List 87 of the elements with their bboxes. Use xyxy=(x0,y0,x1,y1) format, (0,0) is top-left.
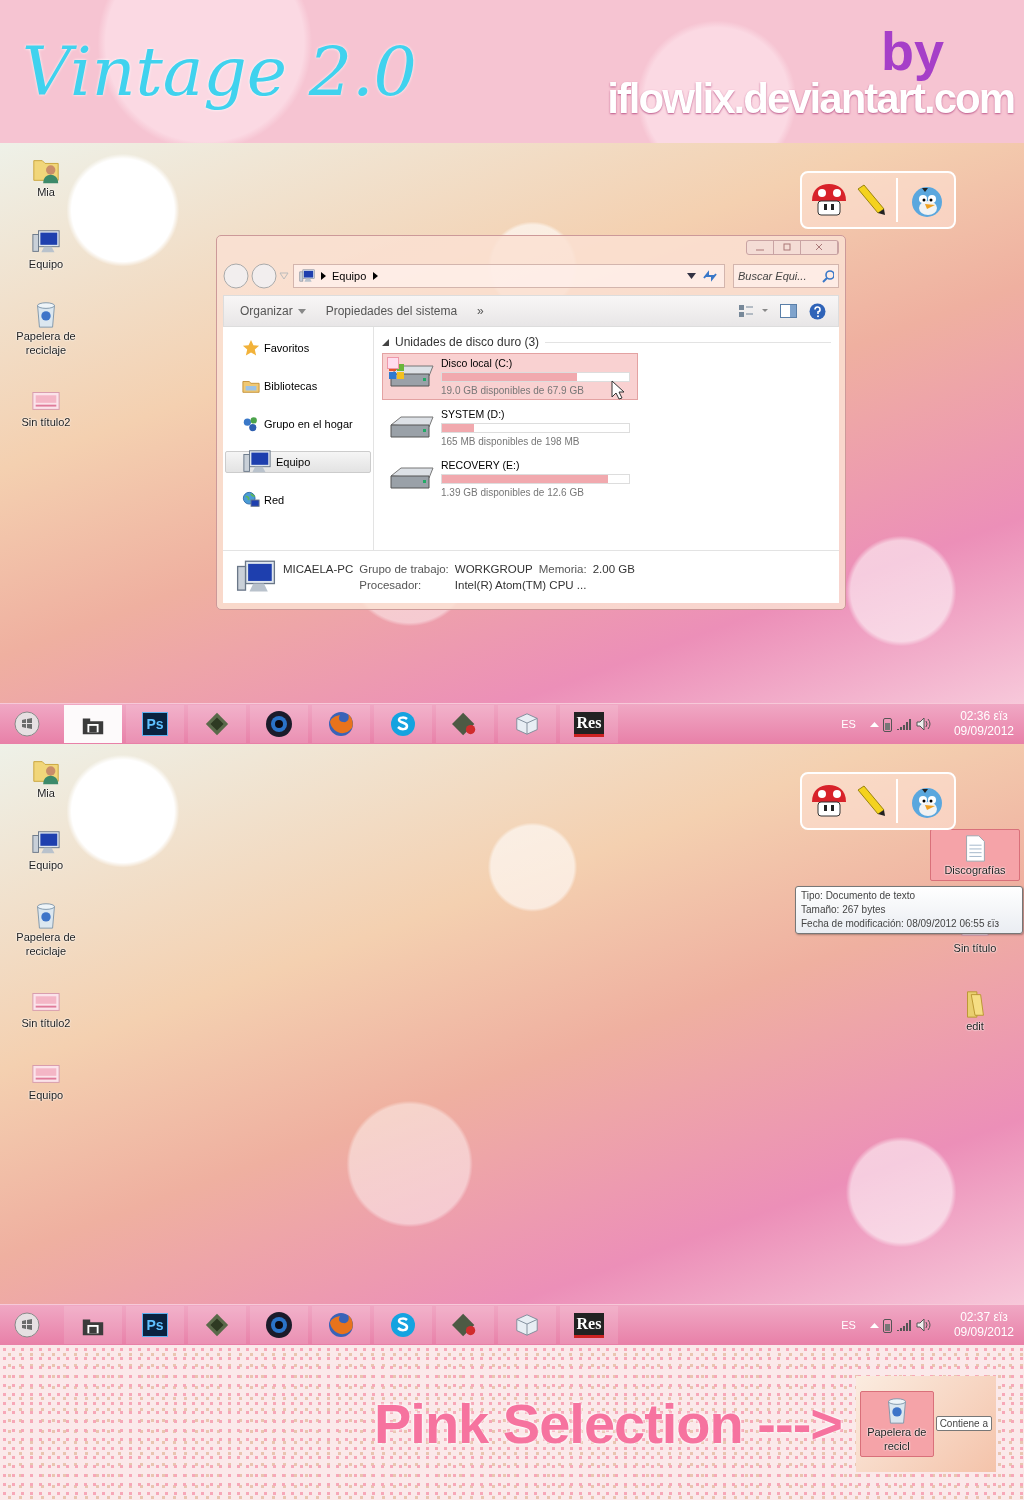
volume-icon[interactable] xyxy=(915,1318,932,1332)
volume-icon[interactable] xyxy=(915,717,932,731)
drive-item[interactable]: Disco local (C:) 19.0 GB disponibles de 67.9 GB xyxy=(382,353,638,400)
taskbar-button[interactable] xyxy=(64,1306,122,1344)
breadcrumb-arrow-icon[interactable] xyxy=(372,272,379,280)
detail-label: Grupo de trabajo: xyxy=(359,563,449,575)
drive-item[interactable]: SYSTEM (D:) 165 MB disponibles de 198 MB xyxy=(382,404,638,451)
globe-icon xyxy=(327,1311,355,1339)
detail-value: 2.00 GB xyxy=(592,563,635,575)
preview-pane-icon[interactable] xyxy=(780,304,797,318)
desktop-icon[interactable]: Papelera de reciclaje xyxy=(6,295,86,361)
back-button[interactable] xyxy=(223,263,249,289)
address-bar[interactable]: Equipo xyxy=(293,264,725,288)
banner-title: Vintage 2.0 xyxy=(22,32,417,111)
battery-icon[interactable] xyxy=(882,1317,892,1333)
start-button[interactable] xyxy=(14,1312,40,1338)
checkbox[interactable] xyxy=(387,357,399,369)
forward-button[interactable] xyxy=(251,263,277,289)
chip-icon xyxy=(204,1312,230,1338)
view-options-icon[interactable] xyxy=(738,304,768,318)
globe-icon xyxy=(327,710,355,738)
drive-item[interactable]: RECOVERY (E:) 1.39 GB disponibles de 12.6 GB xyxy=(382,455,638,502)
taskbar-button[interactable]: Ps xyxy=(126,1306,184,1344)
chip-icon xyxy=(204,711,230,737)
cube-icon xyxy=(514,711,540,737)
taskbar-button[interactable]: Res xyxy=(560,705,618,743)
dropdown-arrow-icon[interactable] xyxy=(687,273,696,279)
lens-icon xyxy=(265,710,293,738)
desktop-icon[interactable]: Equipo xyxy=(6,824,86,876)
detail-value: WORKGROUP xyxy=(454,563,533,575)
navigation-item[interactable]: Equipo xyxy=(225,451,371,473)
navigation-item[interactable]: Grupo en el hogar xyxy=(225,413,371,435)
navigation-item[interactable]: Favoritos xyxy=(225,337,371,359)
show-hidden-icons-arrow[interactable] xyxy=(869,721,879,727)
desktop-icon[interactable]: Equipo xyxy=(6,223,86,275)
detail-value: Intel(R) Atom(TM) CPU ... xyxy=(454,579,588,591)
computer-icon xyxy=(298,267,316,285)
globe-icon xyxy=(242,491,260,509)
cube-icon xyxy=(514,1312,540,1338)
speech-icon xyxy=(389,710,417,738)
desktop-icon[interactable]: Mia xyxy=(6,151,86,203)
signal-icon[interactable] xyxy=(895,1319,912,1331)
lens-icon xyxy=(265,1311,293,1339)
search-input[interactable]: Buscar Equi... xyxy=(734,270,822,282)
people-icon xyxy=(242,415,260,433)
taskbar-button[interactable] xyxy=(188,1306,246,1344)
desktop-icon[interactable]: Discografías xyxy=(930,829,1020,881)
detail-label: Procesador: xyxy=(359,579,423,591)
search-field[interactable]: Buscar Equi... xyxy=(733,264,839,288)
mushroom-icon[interactable] xyxy=(810,183,848,217)
tooltip: Contiene a xyxy=(935,1416,992,1431)
caption-text: Pink Selection ---> xyxy=(374,1391,842,1456)
taskbar-button[interactable] xyxy=(250,1306,308,1344)
search-icon[interactable] xyxy=(822,269,834,283)
tooltip: Tipo: Documento de texto Tamaño: 267 bytes Fecha de modificación: 08/09/2012 06:55 εїз xyxy=(795,886,1023,934)
computer-name: MICAELA-PC xyxy=(283,563,354,575)
star-icon xyxy=(242,339,260,357)
desktop-icon[interactable]: Sin título2 xyxy=(6,381,86,433)
detail-label: Memoria: xyxy=(538,563,587,575)
taskbar-button[interactable]: Ps xyxy=(126,705,184,743)
desktop-icon[interactable]: Sin título2 xyxy=(6,982,86,1034)
desktop-icon[interactable]: Equipo xyxy=(6,1054,86,1106)
help-icon[interactable] xyxy=(809,302,826,320)
taskbar-button[interactable]: Res xyxy=(560,1306,618,1344)
start-button[interactable] xyxy=(14,711,40,737)
show-hidden-icons-arrow[interactable] xyxy=(869,1322,879,1328)
taskbar-button[interactable] xyxy=(188,705,246,743)
breadcrumb-arrow-icon[interactable] xyxy=(320,272,326,280)
desktop-icon[interactable]: Papelera de recicl xyxy=(860,1390,934,1457)
refresh-icon[interactable] xyxy=(702,269,718,283)
desktop-icon[interactable]: Papelera de reciclaje xyxy=(6,896,86,962)
desktop-icon[interactable]: Mia xyxy=(6,752,86,804)
mouse-cursor-icon xyxy=(611,380,625,400)
toolbar-button[interactable]: » xyxy=(473,302,488,320)
signal-icon[interactable] xyxy=(895,718,912,730)
mushroom-icon[interactable] xyxy=(810,784,848,818)
navigation-item[interactable]: Bibliotecas xyxy=(225,375,371,397)
toolbar-button[interactable]: Organizar xyxy=(236,302,310,320)
taskbar-button[interactable] xyxy=(250,705,308,743)
navigation-item[interactable]: Red xyxy=(225,489,371,511)
taskbar-button[interactable] xyxy=(64,705,122,743)
speech-icon xyxy=(389,1311,417,1339)
toolbar-button[interactable]: Propiedades del sistema xyxy=(321,302,462,320)
section-heading[interactable]: Unidades de disco duro (3) xyxy=(395,335,540,349)
battery-icon[interactable] xyxy=(882,716,892,732)
collapse-icon[interactable] xyxy=(382,338,389,346)
address-text[interactable]: Equipo xyxy=(332,270,367,282)
